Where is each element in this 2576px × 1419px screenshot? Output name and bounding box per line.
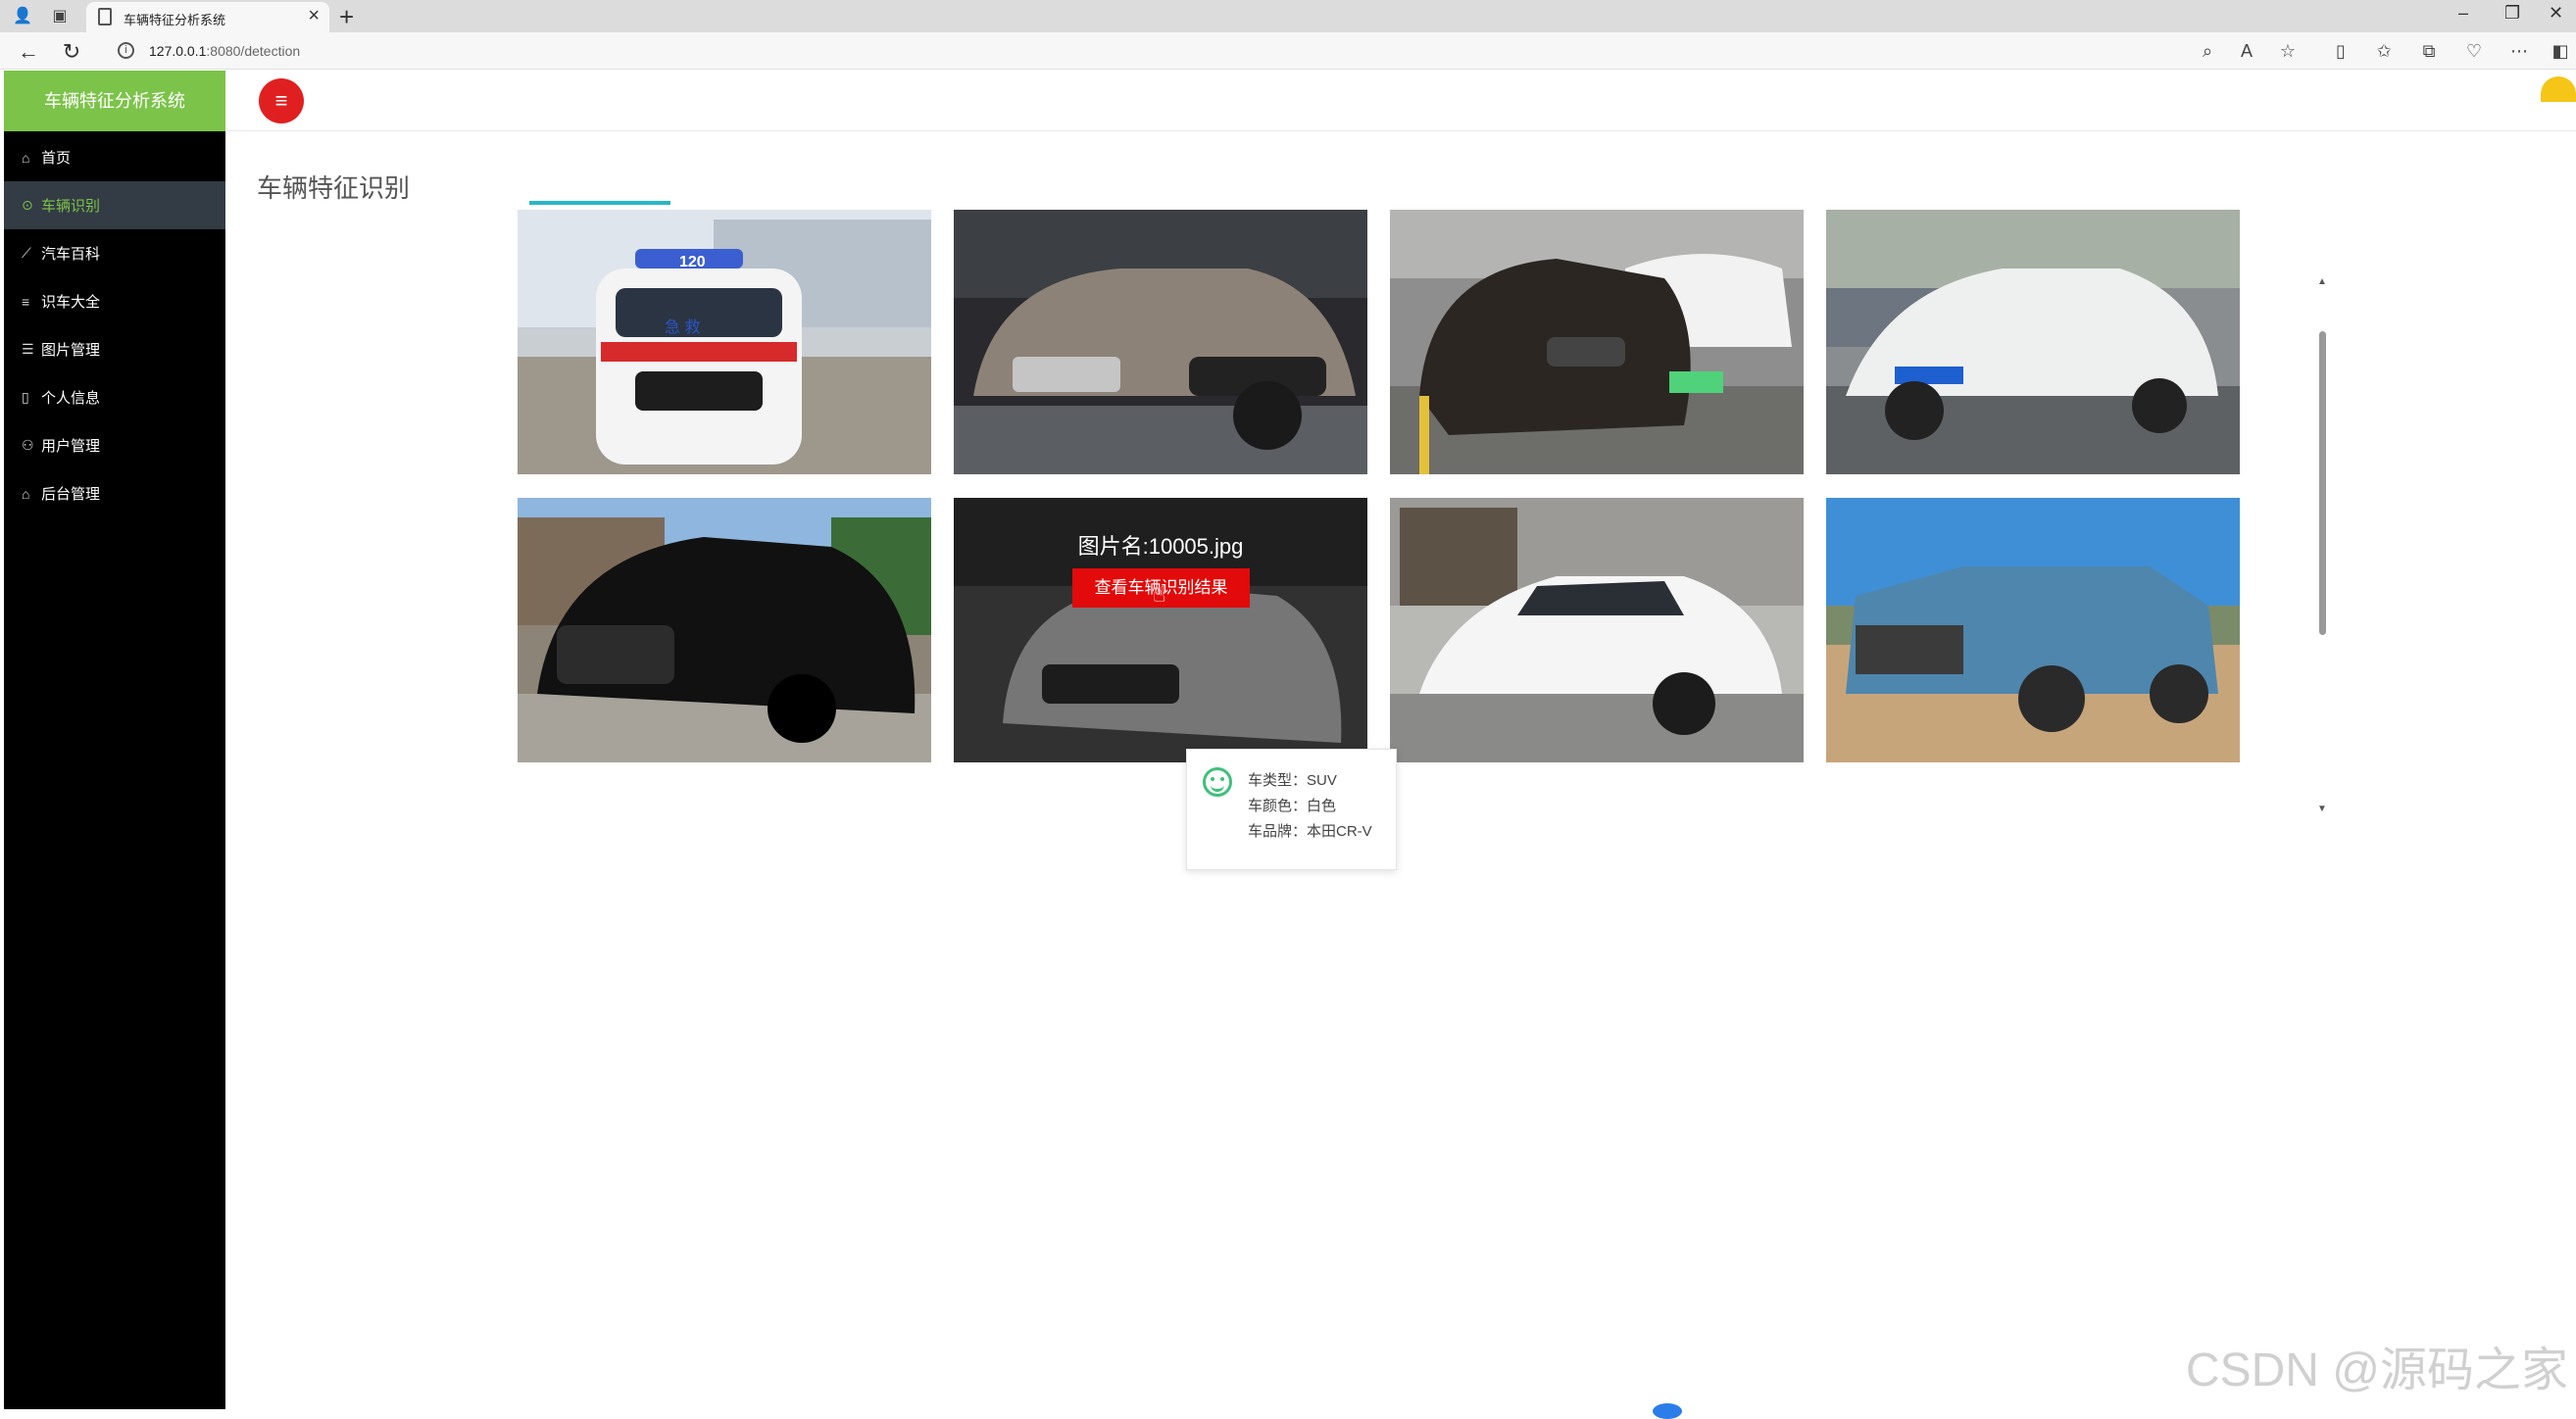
url-field[interactable]: i 127.0.0.1:8080/detection xyxy=(102,36,2258,66)
collections-icon[interactable]: ⧉ xyxy=(2417,41,2441,62)
back-icon[interactable]: ← xyxy=(16,39,41,65)
user-avatar-icon[interactable] xyxy=(2541,76,2576,102)
tab-close-icon[interactable]: × xyxy=(308,5,320,27)
car-image-card-white-bmw[interactable] xyxy=(1826,210,2240,474)
sidebar: 车辆特征分析系统 ⌂ 首页 ⊙ 车辆识别 ⟋ 汽车百科 ≡ 识车大全 ☰ 图片管理 ▯ 个人… xyxy=(4,71,225,1409)
url-text: 127.0.0.1:8080/detection xyxy=(149,43,301,59)
app-root: 车辆特征分析系统 ⌂ 首页 ⊙ 车辆识别 ⟋ 汽车百科 ≡ 识车大全 ☰ 图片管理 ▯ 个人… xyxy=(0,71,2576,1411)
site-info-icon[interactable]: i xyxy=(118,42,134,59)
new-tab-button[interactable]: + xyxy=(339,2,354,32)
minimize-button[interactable]: – xyxy=(2458,3,2468,24)
chart-icon: ⟋ xyxy=(22,245,31,261)
sidebar-toggle-icon[interactable]: ◧ xyxy=(2549,41,2572,62)
car-image-card-ambulance[interactable]: 120 急 救 xyxy=(518,210,931,474)
image-gallery: 120 急 救 图片名:10005.jpg 查看车辆识别结果 ☝ xyxy=(473,201,2336,762)
white-tesla-image xyxy=(1390,498,1804,762)
sidebar-item-vehicle-recognition[interactable]: ⊙ 车辆识别 xyxy=(4,181,225,229)
card-hover-overlay: 图片名:10005.jpg 查看车辆识别结果 ☝ xyxy=(954,498,1367,762)
grey-bmw-image xyxy=(954,210,1367,474)
read-aloud-icon[interactable]: A xyxy=(2235,41,2258,62)
watermark: CSDN @源码之家 xyxy=(2185,1345,2568,1396)
split-screen-icon[interactable]: ▯ xyxy=(2329,41,2353,62)
browser-addressbar: ← ↻ i 127.0.0.1:8080/detection ⌕ A ☆ ▯ ✩… xyxy=(0,32,2576,70)
home-icon: ⌂ xyxy=(22,149,30,166)
scroll-down-icon[interactable]: ▼ xyxy=(2317,804,2327,814)
sidebar-item-image-management[interactable]: ☰ 图片管理 xyxy=(4,325,225,373)
favorite-star-icon[interactable]: ☆ xyxy=(2276,41,2300,62)
gallery-tab-indicator xyxy=(529,201,670,205)
sidebar-item-car-catalog[interactable]: ≡ 识车大全 xyxy=(4,277,225,325)
zoom-icon[interactable]: ⌕ xyxy=(2196,41,2219,62)
tab-actions-icon[interactable]: ▣ xyxy=(49,6,71,27)
pointer-cursor-icon: ☝ xyxy=(1153,582,1166,607)
sidebar-item-label: 用户管理 xyxy=(41,438,101,455)
floating-indicator xyxy=(1653,1403,1682,1419)
sidebar-item-label: 首页 xyxy=(41,150,72,167)
list-icon: ≡ xyxy=(22,293,30,310)
scroll-up-icon[interactable]: ▲ xyxy=(2317,276,2327,287)
refresh-icon[interactable]: ↻ xyxy=(59,39,84,65)
brand-title: 车辆特征分析系统 xyxy=(4,71,225,131)
blue-toyota-image xyxy=(1826,498,2240,762)
list-icon: ☰ xyxy=(22,341,34,357)
black-mercedes-image xyxy=(518,498,931,762)
recognition-result-popup: 车类型：SUV 车颜色：白色 车品牌：本田CR-V xyxy=(1186,749,1397,870)
window-close-button[interactable]: ✕ xyxy=(2549,3,2563,24)
sidebar-item-home[interactable]: ⌂ 首页 xyxy=(4,133,225,181)
image-filename: 图片名:10005.jpg xyxy=(1077,534,1244,559)
smile-icon xyxy=(1203,767,1232,797)
page-icon xyxy=(98,8,112,25)
home-icon: ⌂ xyxy=(22,485,30,502)
page-title: 车辆特征识别 xyxy=(257,173,411,203)
ambulance-number: 120 xyxy=(679,254,706,270)
top-header: ≡ xyxy=(225,71,2576,131)
restore-button[interactable]: ❐ xyxy=(2504,3,2520,24)
car-type-text: 车类型：SUV xyxy=(1248,772,1337,789)
menu-toggle-button[interactable]: ≡ xyxy=(259,78,304,123)
car-brand-text: 车品牌：本田CR-V xyxy=(1248,823,1372,840)
browser-tab[interactable]: 车辆特征分析系统 × xyxy=(86,2,329,32)
gallery-scrollbar[interactable]: ▲ ▼ xyxy=(2317,276,2327,814)
sidebar-item-profile[interactable]: ▯ 个人信息 xyxy=(4,373,225,421)
sidebar-item-car-encyclopedia[interactable]: ⟋ 汽车百科 xyxy=(4,229,225,277)
car-image-card-honda-crv[interactable]: 图片名:10005.jpg 查看车辆识别结果 ☝ xyxy=(954,498,1367,762)
ambulance-text: 急 救 xyxy=(665,318,700,336)
sidebar-item-label: 汽车百科 xyxy=(41,246,101,263)
scrollbar-thumb[interactable] xyxy=(2319,331,2326,635)
car-image-card-grey-bmw[interactable] xyxy=(954,210,1367,474)
profile-icon[interactable]: 👤 xyxy=(12,6,33,27)
car-color-text: 车颜色：白色 xyxy=(1248,798,1337,814)
browser-essentials-icon[interactable]: ♡ xyxy=(2462,41,2486,62)
target-icon: ⊙ xyxy=(22,197,33,213)
sidebar-item-label: 后台管理 xyxy=(41,486,101,503)
sidebar-item-user-management[interactable]: ⚇ 用户管理 xyxy=(4,421,225,469)
car-image-card-blue-toyota[interactable] xyxy=(1826,498,2240,762)
more-icon[interactable]: ⋯ xyxy=(2507,41,2531,62)
car-image-card-black-mercedes[interactable] xyxy=(518,498,931,762)
tab-title: 车辆特征分析系统 xyxy=(124,13,226,27)
sidebar-item-label: 个人信息 xyxy=(41,390,101,407)
sidebar-item-label: 车辆识别 xyxy=(41,198,101,215)
white-bmw-image xyxy=(1826,210,2240,474)
car-image-card-black-bmw[interactable] xyxy=(1390,210,1804,474)
black-bmw-image xyxy=(1390,210,1804,474)
browser-tabbar: 👤 ▣ 车辆特征分析系统 × + – ❐ ✕ xyxy=(0,0,2576,32)
phone-icon: ▯ xyxy=(22,389,29,405)
sidebar-menu: ⌂ 首页 ⊙ 车辆识别 ⟋ 汽车百科 ≡ 识车大全 ☰ 图片管理 ▯ 个人信息 ⚇ 用户管理 … xyxy=(4,133,225,517)
sidebar-item-label: 图片管理 xyxy=(41,342,101,359)
ambulance-image: 120 急 救 xyxy=(518,210,931,474)
sidebar-item-label: 识车大全 xyxy=(41,294,101,311)
car-image-card-white-tesla[interactable] xyxy=(1390,498,1804,762)
favorites-icon[interactable]: ✩ xyxy=(2372,41,2396,62)
sidebar-item-admin[interactable]: ⌂ 后台管理 xyxy=(4,469,225,517)
users-icon: ⚇ xyxy=(22,437,34,453)
